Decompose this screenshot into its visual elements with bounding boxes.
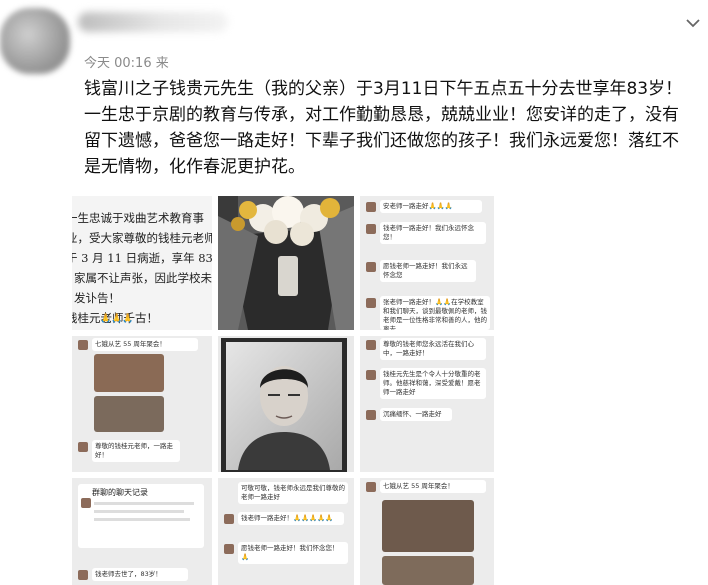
post-timestamp: 今天 00:16 来 bbox=[84, 56, 169, 71]
chat-message: 张老师一路走好！🙏🙏在学校教室和我们聊天，谈到最敬佩的老师，钱老师是一位性格非常… bbox=[380, 296, 490, 330]
user-avatar[interactable] bbox=[0, 8, 70, 74]
chat-avatar bbox=[366, 262, 376, 272]
bouquet-image bbox=[218, 196, 354, 330]
record-line bbox=[94, 502, 194, 505]
chat-message: 钱老师去世了，83岁！ bbox=[92, 568, 188, 581]
record-line bbox=[94, 510, 184, 513]
chat-avatar bbox=[78, 340, 88, 350]
record-line bbox=[94, 518, 190, 521]
chat-avatar bbox=[366, 298, 376, 308]
record-title: 群聊的聊天记录 bbox=[92, 488, 148, 497]
notice-line: 钱桂元老师千古！ bbox=[72, 311, 158, 325]
chat-avatar bbox=[366, 202, 376, 212]
praying-hands-icon: 🙏🙏🙏 bbox=[100, 314, 134, 324]
chat-message: 钱老师一路走好！🙏🙏🙏🙏🙏 bbox=[238, 512, 344, 525]
photo-memorial-portrait[interactable] bbox=[218, 336, 354, 472]
photo-chat-condolences[interactable]: 安老师一路走好🙏🙏🙏 钱老师一路走好！我们永远怀念您！ 愿钱老师一路走好！我们永… bbox=[360, 196, 494, 330]
group-title: 七娥从艺 55 周年聚会！ bbox=[380, 480, 486, 493]
photo-chat-messages[interactable]: 尊敬的钱老师您永远活在我们心中，一路走好！ 钱桂元先生是个令人十分敬重的老师。他… bbox=[360, 336, 494, 472]
chat-message: 尊敬的钱桂元老师，一路走好！ bbox=[92, 440, 180, 462]
photo-memorial-notice[interactable]: 一生忠诚于戏曲艺术教育事 业，受大家尊敬的钱桂元老师 于 3 月 11 日病逝，… bbox=[72, 196, 212, 330]
chevron-down-icon[interactable] bbox=[684, 14, 702, 32]
post-text: 钱富川之子钱贵元先生（我的父亲）于3月11日下午五点五十分去世享年83岁！一生忠… bbox=[84, 79, 683, 177]
chat-avatar bbox=[366, 410, 376, 420]
chat-message: 钱老师一路走好！我们永远怀念您！ bbox=[380, 222, 486, 244]
group-title: 七娥从艺 55 周年聚会！ bbox=[92, 338, 198, 351]
chat-message: 安老师一路走好🙏🙏🙏 bbox=[380, 200, 482, 213]
chat-avatar bbox=[78, 442, 88, 452]
portrait-image bbox=[218, 336, 354, 472]
chat-avatar bbox=[366, 340, 376, 350]
group-photo bbox=[94, 396, 164, 432]
notice-line: 发讣告！ bbox=[74, 291, 120, 305]
photo-flower-bouquet[interactable] bbox=[218, 196, 354, 330]
chat-message: 钱桂元先生是个令人十分敬重的老师。他慈祥和蔼，深受爱戴！愿老师一路走好 bbox=[380, 368, 486, 399]
chat-avatar bbox=[366, 370, 376, 380]
chat-avatar bbox=[81, 498, 91, 508]
group-photo bbox=[382, 500, 474, 552]
notice-line: 业，受大家尊敬的钱桂元老师 bbox=[72, 231, 212, 245]
group-photo bbox=[94, 354, 164, 392]
notice-line: 家属不让声张，因此学校未 bbox=[74, 271, 212, 285]
record-card: 群聊的聊天记录 bbox=[78, 484, 204, 548]
chat-message: 可敬可敬，钱老师永远是我们尊敬的老师一路走好 bbox=[238, 482, 348, 504]
chat-avatar bbox=[366, 224, 376, 234]
chat-message: 愿钱老师一路走好！我们永远怀念您 bbox=[380, 260, 476, 282]
user-name-blurred[interactable] bbox=[78, 12, 228, 32]
group-photo bbox=[382, 556, 474, 585]
photo-chat-record[interactable]: 群聊的聊天记录 钱老师去世了，83岁！ bbox=[72, 478, 212, 585]
photo-group-gathering[interactable]: 七娥从艺 55 周年聚会！ 尊敬的钱桂元老师，一路走好！ bbox=[72, 336, 212, 472]
notice-line: 一生忠诚于戏曲艺术教育事 bbox=[72, 211, 204, 225]
chat-message: 愿钱老师一路走好！我们怀念您！🙏 bbox=[238, 542, 348, 564]
photo-group-reunion[interactable]: 七娥从艺 55 周年聚会！ bbox=[360, 478, 494, 585]
chat-message: 沉痛缅怀、一路走好 bbox=[380, 408, 452, 421]
chat-avatar bbox=[224, 514, 234, 524]
chat-avatar bbox=[366, 482, 376, 492]
chat-avatar bbox=[224, 544, 234, 554]
chat-message: 尊敬的钱老师您永远活在我们心中，一路走好！ bbox=[380, 338, 486, 360]
photo-chat-farewells[interactable]: 可敬可敬，钱老师永远是我们尊敬的老师一路走好 钱老师一路走好！🙏🙏🙏🙏🙏 愿钱老… bbox=[218, 478, 354, 585]
notice-line: 于 3 月 11 日病逝，享年 83 岁 bbox=[72, 251, 212, 265]
chat-avatar bbox=[78, 570, 88, 580]
